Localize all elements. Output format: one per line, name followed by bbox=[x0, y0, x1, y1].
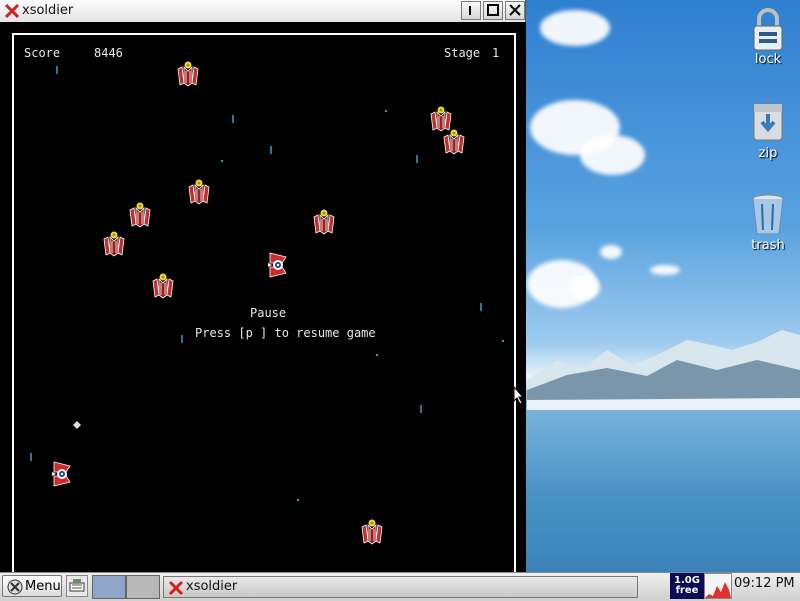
mountain-range bbox=[527, 330, 800, 410]
stage-label: Stage bbox=[444, 46, 481, 60]
menu-label: Menu bbox=[25, 579, 61, 594]
cpu-monitor[interactable] bbox=[704, 573, 732, 599]
enemy-ship-icon bbox=[128, 200, 152, 228]
desktop-icon-lock[interactable]: lock bbox=[738, 6, 798, 67]
game-area[interactable]: Score 8446 Stage 1 Pause Press [p ] to r… bbox=[12, 33, 516, 573]
menu-button[interactable]: Menu bbox=[2, 575, 62, 597]
cloud bbox=[600, 245, 622, 259]
disk-free-text: 1.0G free bbox=[670, 576, 704, 596]
enemy-ship-icon bbox=[442, 127, 466, 155]
desktop-icon-label: zip bbox=[758, 146, 778, 161]
window-title: xsoldier bbox=[22, 3, 74, 18]
desktop-icon-label: trash bbox=[751, 238, 785, 253]
maximize-button[interactable] bbox=[483, 1, 503, 20]
enemy-ship-icon bbox=[102, 229, 126, 257]
stage-value: 1 bbox=[492, 46, 500, 60]
shot bbox=[480, 303, 482, 311]
shot bbox=[420, 405, 422, 413]
enemy-ship-icon bbox=[312, 207, 336, 235]
debris bbox=[385, 110, 387, 112]
taskbar-item-label: xsoldier bbox=[186, 579, 238, 594]
minimize-icon bbox=[469, 6, 471, 15]
debris bbox=[502, 340, 504, 342]
debris bbox=[221, 160, 223, 162]
trash-icon bbox=[748, 192, 788, 236]
enemy-ship-icon bbox=[176, 59, 200, 87]
taskbar-item-xsoldier[interactable]: xsoldier bbox=[163, 576, 638, 598]
close-icon bbox=[509, 4, 521, 16]
close-button[interactable] bbox=[505, 1, 525, 20]
bullet-icon bbox=[73, 421, 81, 429]
shot bbox=[181, 335, 183, 343]
shot bbox=[30, 453, 32, 461]
player-ship-icon bbox=[50, 460, 74, 488]
clock[interactable]: 09:12 PM bbox=[734, 576, 798, 598]
desktop-icon-label: lock bbox=[754, 52, 782, 67]
padlock-icon bbox=[748, 6, 788, 51]
window-titlebar[interactable]: xsoldier bbox=[0, 0, 525, 23]
pause-hint: Press [p ] to resume game bbox=[195, 326, 376, 340]
pause-title: Pause bbox=[250, 306, 287, 320]
disk-state: free bbox=[675, 585, 699, 596]
enemy-ship-icon bbox=[187, 177, 211, 205]
pager-desktop-2[interactable] bbox=[126, 575, 160, 599]
cloud bbox=[540, 10, 610, 46]
enemy-ship-icon bbox=[360, 517, 384, 545]
shot bbox=[232, 115, 234, 123]
mouse-cursor-icon bbox=[513, 386, 525, 405]
shot bbox=[416, 155, 418, 163]
desktop-icon-zip[interactable]: zip bbox=[738, 100, 798, 161]
archive-icon bbox=[748, 100, 788, 144]
menu-icon bbox=[7, 579, 23, 595]
cpu-graph-icon bbox=[705, 582, 731, 598]
score-label: Score bbox=[24, 46, 61, 60]
cloud bbox=[570, 275, 600, 300]
shot bbox=[270, 146, 272, 154]
disk-free-monitor[interactable]: 1.0G free bbox=[670, 573, 704, 599]
debris bbox=[376, 354, 378, 356]
shot bbox=[56, 66, 58, 74]
debris bbox=[297, 499, 299, 501]
desktop-icon-trash[interactable]: trash bbox=[738, 192, 798, 253]
keyboard-icon[interactable] bbox=[66, 575, 88, 597]
minimize-button[interactable] bbox=[461, 1, 481, 20]
score-value: 8446 bbox=[94, 46, 123, 60]
pager-desktop-1[interactable] bbox=[92, 575, 126, 599]
cloud bbox=[650, 265, 680, 275]
x-logo-icon bbox=[168, 580, 184, 596]
player-ship-icon bbox=[266, 251, 290, 279]
enemy-ship-icon bbox=[151, 271, 175, 299]
xsoldier-window[interactable]: xsoldier Score 8446 Stage 1 Pause Press … bbox=[0, 0, 526, 573]
cloud bbox=[580, 135, 645, 175]
maximize-icon bbox=[487, 4, 499, 16]
x-logo-icon bbox=[4, 3, 20, 19]
